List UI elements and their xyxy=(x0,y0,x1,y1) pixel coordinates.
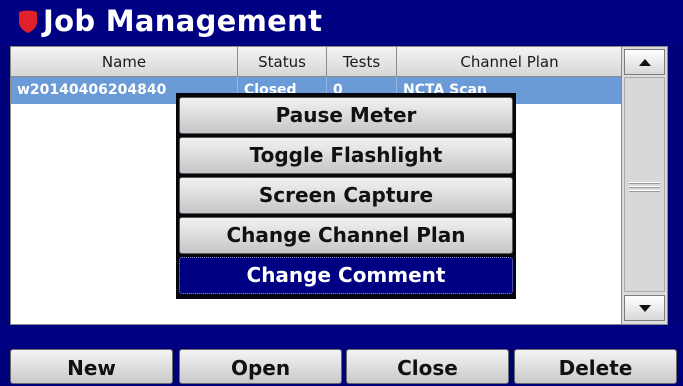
vertical-scrollbar[interactable] xyxy=(621,47,667,324)
column-header-status[interactable]: Status xyxy=(238,47,327,77)
menu-item-screen-capture[interactable]: Screen Capture xyxy=(179,177,513,214)
grip-line xyxy=(629,182,660,183)
page-title: Job Management xyxy=(43,4,323,38)
column-header-tests[interactable]: Tests xyxy=(327,47,397,77)
grip-line xyxy=(629,186,660,187)
menu-item-change-channel-plan[interactable]: Change Channel Plan xyxy=(179,217,513,254)
scroll-down-button[interactable] xyxy=(624,295,665,321)
menu-item-pause-meter[interactable]: Pause Meter xyxy=(179,97,513,134)
scroll-up-button[interactable] xyxy=(624,49,665,75)
menu-item-change-comment[interactable]: Change Comment xyxy=(179,257,513,294)
delete-button[interactable]: Delete xyxy=(514,349,677,384)
title-bar: Job Management xyxy=(0,0,683,44)
table-header: Name Status Tests Channel Plan xyxy=(11,47,623,77)
arrow-down-icon xyxy=(638,304,651,312)
grip-line xyxy=(629,190,660,191)
shield-icon xyxy=(19,10,37,33)
column-header-channel-plan[interactable]: Channel Plan xyxy=(397,47,623,77)
scroll-thumb[interactable] xyxy=(624,77,665,292)
status-band xyxy=(0,325,683,347)
column-header-name[interactable]: Name xyxy=(11,47,238,77)
arrow-up-icon xyxy=(638,58,651,66)
context-menu: Pause Meter Toggle Flashlight Screen Cap… xyxy=(176,93,516,299)
softkey-bar: New Open Close Delete xyxy=(10,349,683,384)
close-button[interactable]: Close xyxy=(346,349,509,384)
menu-item-toggle-flashlight[interactable]: Toggle Flashlight xyxy=(179,137,513,174)
open-button[interactable]: Open xyxy=(179,349,342,384)
new-button[interactable]: New xyxy=(10,349,173,384)
